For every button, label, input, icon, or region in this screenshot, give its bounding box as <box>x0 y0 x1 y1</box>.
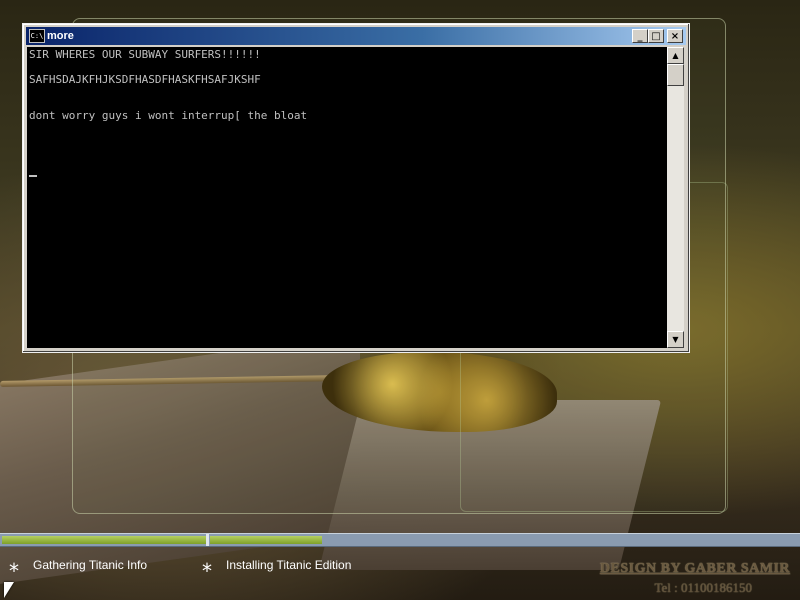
console-line: SAFHSDAJKFHJKSDFHASDFHASKFHSAFJKSHF <box>29 73 261 86</box>
progress-divider <box>206 534 209 546</box>
close-button[interactable]: × <box>667 29 683 43</box>
window-title: more <box>47 30 74 42</box>
console-line: SIR WHERES OUR SUBWAY SURFERS!!!!!! <box>29 48 261 61</box>
design-credit: DESIGN BY GABER SAMIR <box>599 561 790 576</box>
progress-step1-fill <box>2 536 206 544</box>
scroll-down-button[interactable]: ▼ <box>667 331 684 348</box>
mouse-pointer-icon <box>4 582 14 598</box>
step-bullet-icon: * <box>9 559 19 583</box>
step-label-installing: Installing Titanic Edition <box>226 558 352 572</box>
progress-step2-fill <box>210 536 322 544</box>
vertical-scrollbar[interactable]: ▲ ▼ <box>667 47 684 348</box>
setup-progress-bar <box>0 533 800 547</box>
text-cursor <box>29 175 37 177</box>
console-window[interactable]: C:\ more _ □ × SIR WHERES OUR SUBWAY SUR… <box>22 23 690 353</box>
step-label-gathering: Gathering Titanic Info <box>33 558 148 572</box>
step-bullet-icon: * <box>202 559 212 583</box>
title-bar[interactable]: C:\ more _ □ × <box>26 27 686 45</box>
maximize-button[interactable]: □ <box>648 29 664 43</box>
scroll-thumb[interactable] <box>667 64 684 86</box>
console-line: dont worry guys i wont interrup[ the blo… <box>29 109 308 122</box>
minimize-button[interactable]: _ <box>632 29 648 43</box>
scroll-up-button[interactable]: ▲ <box>667 47 684 64</box>
telephone-credit: Tel : 01100186150 <box>654 580 752 595</box>
console-output[interactable]: SIR WHERES OUR SUBWAY SURFERS!!!!!! SAFH… <box>27 47 667 348</box>
console-icon: C:\ <box>29 29 45 43</box>
